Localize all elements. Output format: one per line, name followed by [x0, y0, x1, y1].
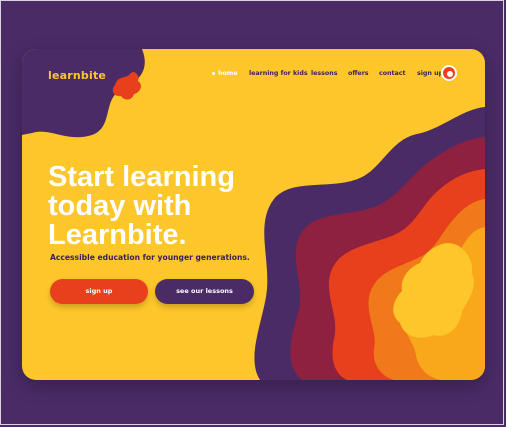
- hero-subtitle: Accessible education for younger generat…: [50, 253, 250, 262]
- see-our-lessons-button[interactable]: see our lessons: [155, 279, 254, 304]
- sign-up-button[interactable]: sign up: [50, 279, 148, 304]
- nav-offers[interactable]: offers: [348, 70, 369, 77]
- hero-card: learnbite home learning for kids lessons…: [22, 49, 485, 380]
- headline-line-2: today with: [48, 190, 192, 222]
- hero-headline: Start learning today with Learnbite.: [48, 163, 288, 250]
- headline-line-3: Learnbite.: [48, 219, 187, 251]
- nav-lessons[interactable]: lessons: [311, 70, 337, 77]
- nav-sign-up[interactable]: sign up: [417, 70, 443, 77]
- headline-line-1: Start learning: [48, 161, 235, 193]
- nav-home[interactable]: home: [212, 70, 238, 77]
- user-circle-icon[interactable]: [441, 65, 457, 81]
- nav-learning-for-kids[interactable]: learning for kids: [249, 70, 308, 77]
- circle-dot-icon: [446, 70, 454, 78]
- top-nav: home learning for kids lessons offers co…: [22, 70, 485, 84]
- nav-contact[interactable]: contact: [379, 70, 406, 77]
